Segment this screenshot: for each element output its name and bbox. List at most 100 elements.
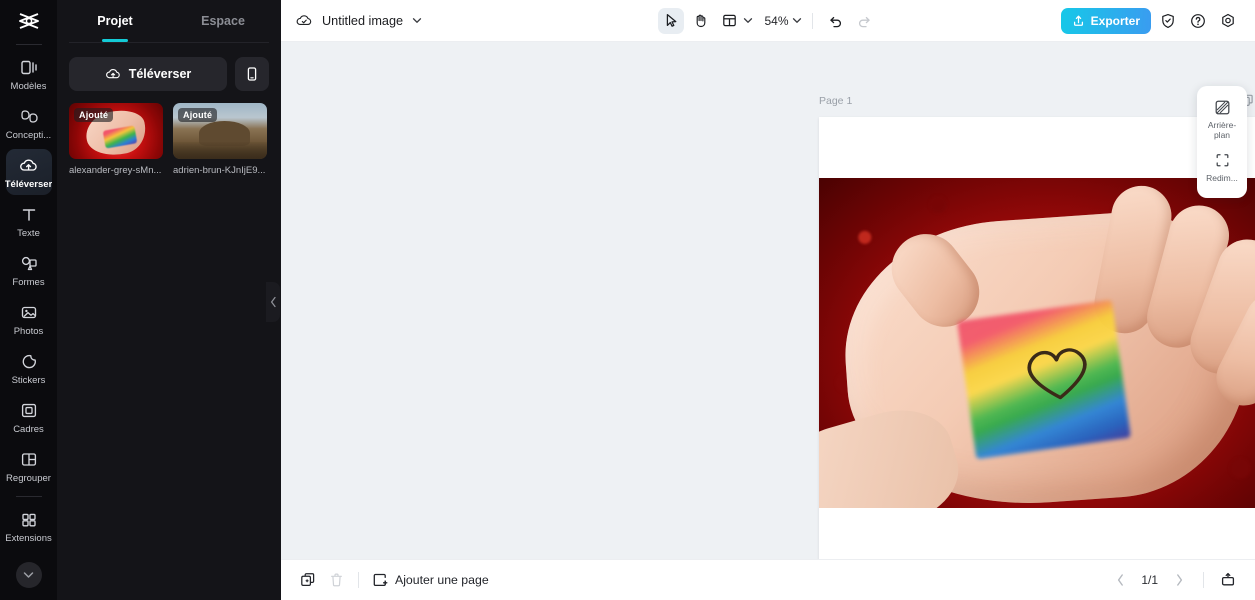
upload-controls: Téléverser [57, 43, 281, 103]
shapes-icon [20, 254, 38, 274]
page-canvas[interactable] [819, 117, 1255, 559]
bottom-right-actions: 1/1 [1107, 567, 1241, 593]
list-item[interactable]: Ajouté adrien-brun-KJnIjE9... [173, 103, 267, 176]
rail-item-list: Modèles Concepti... Téléverser Texte For… [0, 51, 57, 552]
status-badge: Ajouté [74, 108, 114, 122]
right-tool-card: Arrière-plan Redim... [1197, 86, 1247, 198]
layout-grid-icon [722, 13, 737, 28]
bottom-divider-2 [1203, 572, 1204, 588]
resize-tool-label: Redim... [1206, 173, 1238, 183]
toolbar-divider [811, 12, 813, 29]
bottom-toolbar: Ajouter une page 1/1 [281, 559, 1255, 600]
canvas-area[interactable]: Page 1 Arrière-plan Redim... [281, 42, 1255, 559]
chevron-down-icon[interactable] [412, 17, 422, 24]
canvas-photo-rainbow-hand[interactable] [819, 178, 1255, 508]
select-tool-button[interactable] [658, 7, 685, 34]
sidebar-item-conception[interactable]: Concepti... [6, 100, 52, 146]
extensions-icon [20, 510, 38, 530]
sidebar-item-texte[interactable]: Texte [6, 198, 52, 244]
delete-page-button[interactable] [323, 567, 349, 593]
settings-button[interactable] [1215, 8, 1241, 34]
chevron-down-icon[interactable] [792, 17, 802, 24]
gear-icon [1220, 13, 1236, 29]
text-icon [20, 205, 38, 225]
sidebar-item-photos[interactable]: Photos [6, 296, 52, 342]
group-icon [20, 450, 38, 470]
zoom-control[interactable]: 54% [762, 14, 801, 28]
photo-heart-outline [1017, 336, 1096, 406]
rail-collapse-button[interactable] [15, 562, 42, 588]
sidebar-item-stickers[interactable]: Stickers [6, 345, 52, 391]
sidebar-item-label: Photos [13, 325, 44, 337]
help-button[interactable] [1185, 8, 1211, 34]
export-button-label: Exporter [1090, 13, 1140, 28]
photo-icon [20, 303, 38, 323]
shield-button[interactable] [1155, 8, 1181, 34]
sidebar-item-extensions[interactable]: Extensions [5, 503, 52, 549]
panel-collapse-handle[interactable] [266, 282, 280, 322]
hand-tool-button[interactable] [687, 8, 713, 34]
add-page-icon [372, 572, 388, 588]
chevron-down-icon [23, 572, 34, 578]
capcut-logo-icon[interactable] [0, 2, 57, 40]
present-button[interactable] [1215, 567, 1241, 593]
document-title-group[interactable]: Untitled image [295, 13, 422, 28]
sidebar-item-label: Stickers [11, 374, 46, 386]
uploaded-assets-list: Ajouté alexander-grey-sMn... Ajouté adri… [57, 103, 281, 176]
redo-button[interactable] [852, 8, 878, 34]
mobile-phone-icon [245, 66, 259, 82]
rail-divider-2 [15, 496, 42, 497]
shield-check-icon [1160, 13, 1176, 29]
templates-icon [20, 58, 38, 78]
bottom-divider [358, 572, 359, 588]
chevron-down-icon[interactable] [743, 17, 753, 24]
undo-button[interactable] [823, 8, 849, 34]
document-title: Untitled image [322, 13, 404, 28]
sidebar-item-televerser[interactable]: Téléverser [4, 149, 53, 195]
list-item[interactable]: Ajouté alexander-grey-sMn... [69, 103, 163, 176]
layout-tool-button[interactable] [716, 8, 742, 34]
asset-filename: adrien-brun-KJnIjE9... [173, 165, 266, 176]
upload-from-phone-button[interactable] [235, 57, 269, 91]
chevron-left-icon [270, 296, 276, 308]
sidebar-item-label: Concepti... [5, 129, 52, 141]
tab-espace[interactable]: Espace [169, 0, 277, 42]
sidebar-item-modeles[interactable]: Modèles [6, 51, 52, 97]
upload-cloud-icon [19, 156, 38, 176]
add-page-button[interactable]: Ajouter une page [368, 572, 493, 588]
sidebar-item-formes[interactable]: Formes [6, 247, 52, 293]
background-checker-icon [1214, 99, 1231, 116]
question-circle-icon [1190, 13, 1206, 29]
cursor-arrow-icon [664, 13, 678, 28]
sidebar-item-label: Modèles [10, 80, 47, 92]
app-root: Modèles Concepti... Téléverser Texte For… [0, 0, 1255, 600]
rail-bottom [0, 562, 57, 588]
asset-thumbnail[interactable]: Ajouté [173, 103, 267, 159]
toolbar-right-actions: Exporter [1060, 7, 1241, 34]
tab-projet[interactable]: Projet [61, 0, 169, 42]
asset-thumbnail[interactable]: Ajouté [69, 103, 163, 159]
resize-icon [1214, 152, 1231, 169]
resize-tool[interactable]: Redim... [1199, 147, 1245, 190]
chevron-right-icon [1175, 573, 1184, 587]
previous-page-button[interactable] [1107, 567, 1133, 593]
sidebar-item-label: Regrouper [6, 472, 51, 484]
upload-button[interactable]: Téléverser [69, 57, 227, 91]
design-icon [20, 107, 38, 127]
sidebar-item-cadres[interactable]: Cadres [6, 394, 52, 440]
export-button[interactable]: Exporter [1060, 7, 1151, 34]
sidebar-item-regrouper[interactable]: Regrouper [6, 443, 52, 489]
sidebar-item-label: Téléverser [4, 178, 53, 190]
sidebar-item-label: Cadres [13, 423, 44, 435]
panel-tabs: Projet Espace [57, 0, 281, 42]
layout-tool-group[interactable] [716, 8, 753, 34]
duplicate-page-button[interactable] [295, 567, 321, 593]
background-tool[interactable]: Arrière-plan [1199, 94, 1245, 147]
trash-icon [329, 572, 344, 588]
sidebar-item-label: Texte [17, 227, 40, 239]
next-page-button[interactable] [1166, 567, 1192, 593]
page-indicator: 1/1 [1141, 573, 1158, 587]
duplicate-icon [300, 572, 316, 588]
toolbar-center-tools: 54% [643, 7, 893, 34]
status-badge: Ajouté [178, 108, 218, 122]
